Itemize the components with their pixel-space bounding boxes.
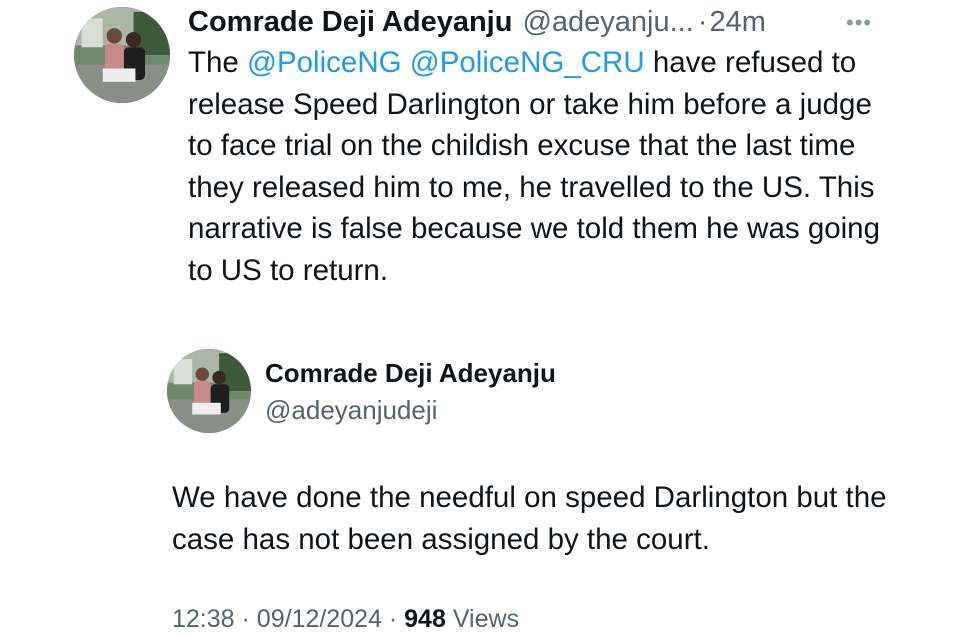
mention-link[interactable]: @PoliceNG (247, 46, 402, 79)
tweet-text-intro: The (188, 46, 248, 79)
tweet-text-space (402, 46, 410, 79)
views-count[interactable]: 948 (404, 605, 446, 633)
tweet-header: Comrade Deji Adeyanju @adeyanju... · 24m (188, 4, 888, 40)
separator-dot: · (241, 605, 250, 633)
avatar-photo (74, 7, 170, 103)
tweet-timestamp[interactable]: 24m (709, 4, 765, 40)
quoted-author-avatar[interactable] (167, 349, 251, 433)
quoted-author-handle[interactable]: @adeyanjudeji (265, 393, 437, 427)
separator-dot: · (697, 6, 708, 38)
post-date[interactable]: 09/12/2024 (257, 605, 382, 633)
quoted-tweet-text: We have done the needful on speed Darlin… (172, 481, 887, 556)
post-time[interactable]: 12:38 (172, 605, 235, 633)
tweet-meta: 12:38 · 09/12/2024 · 948 Views (172, 603, 519, 635)
mention-link[interactable]: @PoliceNG_CRU (410, 46, 645, 79)
author-avatar[interactable] (74, 7, 170, 103)
avatar-photo (167, 349, 251, 433)
author-handle[interactable]: @adeyanju... (522, 4, 693, 40)
tweet-text-body: have refused to release Speed Darlington… (188, 46, 880, 287)
separator-dot: · (388, 605, 398, 633)
views-label: Views (452, 605, 520, 633)
quoted-author-name[interactable]: Comrade Deji Adeyanju (265, 356, 556, 390)
tweet-text: The @PoliceNG @PoliceNG_CRU have refused… (188, 42, 888, 292)
more-horizontal-icon[interactable]: ••• (846, 10, 872, 36)
author-name[interactable]: Comrade Deji Adeyanju (188, 4, 512, 40)
